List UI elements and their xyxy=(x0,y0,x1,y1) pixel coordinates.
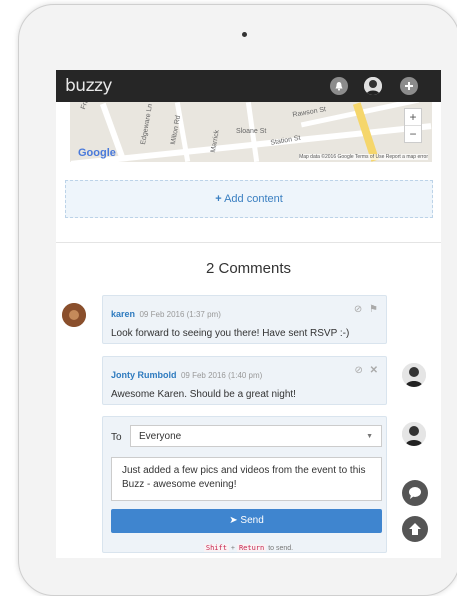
comment-actions: ⊘ ✕ xyxy=(354,365,378,376)
check-circle-icon[interactable]: ⊘ xyxy=(354,304,362,315)
user-avatar[interactable] xyxy=(364,77,382,95)
paper-plane-icon: ➤ xyxy=(229,515,238,526)
chat-bubble-button[interactable] xyxy=(402,480,428,506)
commenter-avatar[interactable] xyxy=(402,363,426,387)
reply-textarea[interactable]: Just added a few pics and videos from th… xyxy=(111,457,382,501)
location-map[interactable]: Frances St Edgeware Ln Milton Rd Marrick… xyxy=(70,102,432,162)
tablet-camera xyxy=(242,32,247,37)
notifications-bell-icon[interactable] xyxy=(330,77,348,95)
top-navbar: buzzy xyxy=(56,70,441,102)
add-plus-icon[interactable] xyxy=(400,77,418,95)
commenter-avatar[interactable] xyxy=(62,303,86,327)
reply-user-avatar[interactable] xyxy=(402,422,426,446)
add-content-label: Add content xyxy=(224,193,283,205)
recipient-value: Everyone xyxy=(139,431,182,442)
map-zoom-control: + − xyxy=(404,108,422,143)
add-content-button[interactable]: + Add content xyxy=(65,180,433,218)
comment-author-link[interactable]: Jonty Rumbold xyxy=(111,370,177,380)
send-button[interactable]: ➤ Send xyxy=(111,509,382,533)
comment-text: Awesome Karen. Should be a great night! xyxy=(111,389,296,400)
hint-text: to send. xyxy=(268,545,294,552)
comment-actions: ⊘ ⚑ xyxy=(354,304,378,315)
comment-item: karen 09 Feb 2016 (1:37 pm) Look forward… xyxy=(102,295,387,344)
plus-icon: + xyxy=(215,193,222,205)
delete-x-icon[interactable]: ✕ xyxy=(370,365,378,376)
comment-date: 09 Feb 2016 (1:37 pm) xyxy=(139,310,221,319)
section-divider xyxy=(56,242,441,243)
send-hint: Shift + Return to send. xyxy=(56,544,441,552)
map-zoom-out-button[interactable]: − xyxy=(405,125,421,142)
comment-date: 09 Feb 2016 (1:40 pm) xyxy=(180,371,263,380)
shift-key: Shift xyxy=(203,544,229,552)
recipient-select[interactable]: Everyone ▼ xyxy=(130,425,382,447)
caret-down-icon: ▼ xyxy=(366,433,373,440)
check-circle-icon[interactable]: ⊘ xyxy=(354,365,362,376)
send-label: Send xyxy=(240,515,264,526)
comment-text: Look forward to seeing you there! Have s… xyxy=(111,328,350,339)
app-screen: buzzy Frances St Edgeware Ln Milton Rd M… xyxy=(56,70,441,558)
comment-author-link[interactable]: karen xyxy=(111,309,135,319)
map-street-label: Edgeware Ln xyxy=(140,103,155,146)
to-label: To xyxy=(111,432,122,443)
map-street-label: Frances St xyxy=(80,102,98,110)
google-logo: Google xyxy=(78,147,116,159)
app-logo[interactable]: buzzy xyxy=(65,76,112,96)
arrow-up-icon xyxy=(409,523,421,535)
chat-icon xyxy=(409,487,421,499)
map-street-label: Sloane St xyxy=(236,128,267,135)
comments-title: 2 Comments xyxy=(205,260,292,277)
flag-icon[interactable]: ⚑ xyxy=(369,304,378,315)
comment-item: Jonty Rumbold 09 Feb 2016 (1:40 pm) Awes… xyxy=(102,356,387,405)
return-key: Return xyxy=(236,544,267,552)
map-street-label: Station St xyxy=(270,134,302,147)
reply-composer: To Everyone ▼ Just added a few pics and … xyxy=(102,416,387,553)
map-attribution[interactable]: Map data ©2016 Google Terms of Use Repor… xyxy=(299,154,428,160)
plus-sign: + xyxy=(230,545,235,552)
map-zoom-in-button[interactable]: + xyxy=(405,109,421,125)
scroll-top-button[interactable] xyxy=(402,516,428,542)
